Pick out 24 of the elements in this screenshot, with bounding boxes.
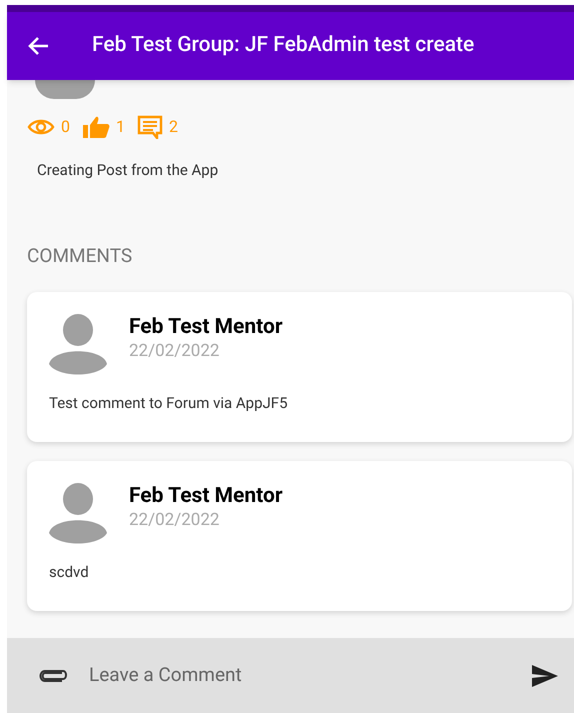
- avatar-icon: [35, 80, 95, 99]
- person-icon: [49, 483, 107, 545]
- window-title: Feb Test Group: JF FebAdmin test create: [92, 32, 474, 60]
- comment-text: Test comment to Forum via AppJF5: [49, 393, 289, 414]
- stat-count: 1: [116, 116, 125, 138]
- back-arrow-icon: [27, 36, 49, 56]
- attach-button[interactable]: [7, 638, 69, 713]
- comment-date: 22/02/2022: [129, 509, 220, 531]
- comment-date: 22/02/2022: [129, 340, 220, 362]
- comment-icon: [137, 115, 163, 139]
- send-icon: [531, 664, 559, 688]
- comment-text: scdvd: [49, 562, 90, 583]
- eye-icon: [27, 117, 55, 137]
- comment-field[interactable]: Leave a Comment: [69, 638, 528, 713]
- paperclip-icon: [38, 668, 68, 684]
- comment-author: Feb Test Mentor: [129, 483, 283, 509]
- stat-count: 0: [61, 116, 70, 138]
- post-text: Creating Post from the App: [37, 160, 220, 181]
- comment-author: Feb Test Mentor: [129, 314, 283, 340]
- person-icon: [49, 314, 107, 376]
- stat-count: 2: [169, 116, 178, 138]
- send-button[interactable]: [528, 638, 574, 713]
- thumbs-up-icon: [82, 115, 110, 139]
- section-heading: COMMENTS: [27, 242, 134, 268]
